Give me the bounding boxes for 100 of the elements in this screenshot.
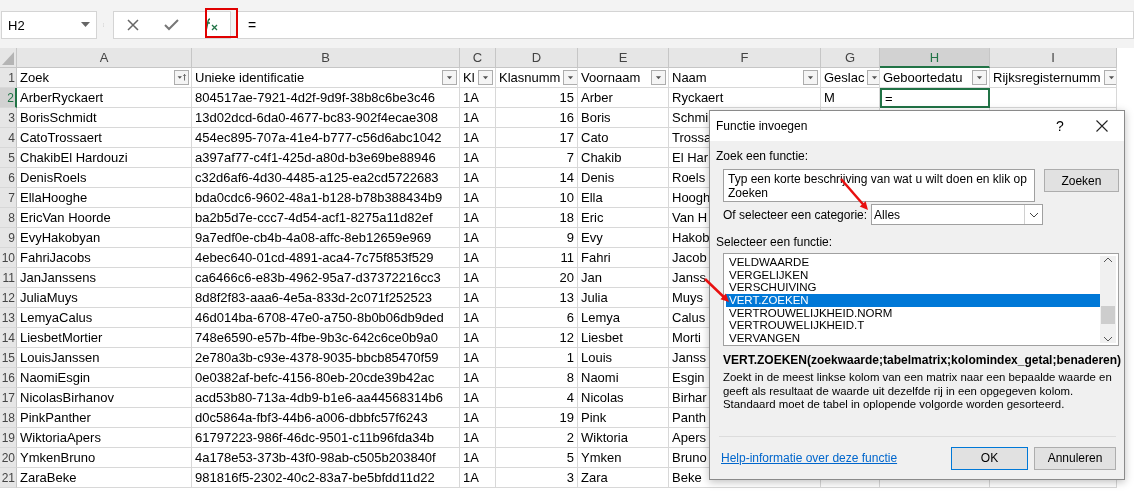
filter-dropdown-icon[interactable] xyxy=(651,70,666,85)
table-cell: M xyxy=(821,88,880,108)
table-cell: YmkenBruno xyxy=(17,448,192,468)
header-cell-text: Rijksregisternumm xyxy=(992,70,1102,85)
row-number[interactable]: 4 xyxy=(0,128,17,148)
sort-filter-icon[interactable] xyxy=(174,70,189,85)
ok-button[interactable]: OK xyxy=(951,446,1028,470)
table-cell: ArberRyckaert xyxy=(17,88,192,108)
column-header[interactable]: C xyxy=(460,48,496,68)
row-number[interactable]: 18 xyxy=(0,408,17,428)
table-cell: Lemya xyxy=(578,308,669,328)
search-button[interactable]: Zoeken xyxy=(1043,169,1119,192)
row-number[interactable]: 19 xyxy=(0,428,17,448)
category-dropdown[interactable]: Alles xyxy=(871,204,1044,225)
table-cell: Wiktoria xyxy=(578,428,669,448)
table-cell: 1A xyxy=(460,428,496,448)
chevron-down-icon[interactable] xyxy=(1028,211,1039,218)
table-cell: d0c5864a-fbf3-44b6-a006-dbbfc57f6243 xyxy=(192,408,460,428)
row-number[interactable]: 10 xyxy=(0,248,17,268)
name-box[interactable]: H2 xyxy=(1,11,97,39)
table-cell: 11 xyxy=(496,248,578,268)
row-number[interactable]: 7 xyxy=(0,188,17,208)
help-button[interactable]: ? xyxy=(1040,118,1080,134)
column-header[interactable]: E xyxy=(578,48,669,68)
table-cell: 1A xyxy=(460,368,496,388)
row-number[interactable]: 3 xyxy=(0,108,17,128)
table-cell: c32d6af6-4d30-4485-a125-ea2cd5722683 xyxy=(192,168,460,188)
table-cell: 14 xyxy=(496,168,578,188)
table-cell: 1A xyxy=(460,148,496,168)
filter-dropdown-icon[interactable] xyxy=(867,70,879,85)
column-header[interactable]: I xyxy=(990,48,1117,68)
column-header[interactable]: B xyxy=(192,48,460,68)
row-number[interactable]: 17 xyxy=(0,388,17,408)
table-cell: 2e780a3b-c93e-4378-9035-bbcb85470f59 xyxy=(192,348,460,368)
filter-dropdown-icon[interactable] xyxy=(1103,70,1116,85)
row-number[interactable]: 14 xyxy=(0,328,17,348)
table-cell: 46d014ba-6708-47e0-a750-8b0b06db9ded xyxy=(192,308,460,328)
table-cell: 18 xyxy=(496,208,578,228)
row-number[interactable]: 12 xyxy=(0,288,17,308)
search-field[interactable]: Typ een korte beschrijving van wat u wilt doen en klik op Zoeken xyxy=(723,169,1035,202)
column-header[interactable]: A xyxy=(17,48,192,68)
column-header[interactable]: G xyxy=(821,48,880,68)
scrollbar[interactable] xyxy=(1100,256,1116,343)
table-cell: Ymken xyxy=(578,448,669,468)
row-number[interactable]: 1 xyxy=(0,68,17,88)
chevron-up-icon[interactable] xyxy=(1103,256,1113,263)
filter-dropdown-icon[interactable] xyxy=(478,70,493,85)
table-cell: ca6466c6-e83b-4962-95a7-d37372216cc3 xyxy=(192,268,460,288)
table-cell: Naomi xyxy=(578,368,669,388)
header-cell-text: Zoek xyxy=(19,70,50,85)
scrollbar-thumb[interactable] xyxy=(1101,305,1115,324)
table-cell: 1A xyxy=(460,268,496,288)
row-number[interactable]: 8 xyxy=(0,208,17,228)
header-cell-text: Kl xyxy=(462,70,476,85)
table-cell: 1A xyxy=(460,308,496,328)
highlight-frame xyxy=(205,8,238,38)
filter-dropdown-icon[interactable] xyxy=(803,70,818,85)
row-number[interactable]: 5 xyxy=(0,148,17,168)
formula-field[interactable]: = xyxy=(237,11,1134,39)
header-cell-text: Unieke identificatie xyxy=(194,70,306,85)
table-cell: FahriJacobs xyxy=(17,248,192,268)
table-cell: 3 xyxy=(496,468,578,488)
header-cell-text: Geboortedatu xyxy=(882,70,964,85)
table-cell: 8d8f2f83-aaa6-4e5a-833d-2c071f252523 xyxy=(192,288,460,308)
table-cell: EvyHakobyan xyxy=(17,228,192,248)
row-number[interactable]: 16 xyxy=(0,368,17,388)
table-cell: 1A xyxy=(460,328,496,348)
list-item[interactable]: VERT.ZOEKEN xyxy=(726,294,1100,307)
table-cell: ZaraBeke xyxy=(17,468,192,488)
row-number[interactable]: 11 xyxy=(0,268,17,288)
table-cell: 1A xyxy=(460,88,496,108)
row-number[interactable]: 9 xyxy=(0,228,17,248)
cancel-button[interactable]: Annuleren xyxy=(1034,446,1116,470)
table-cell: 981816f5-2302-40c2-83a7-be5bfdd11d22 xyxy=(192,468,460,488)
table-cell: 4a178e53-373b-43f0-98ab-c505b203840f xyxy=(192,448,460,468)
row-number[interactable]: 13 xyxy=(0,308,17,328)
column-header[interactable]: F xyxy=(669,48,821,68)
table-cell: Eric xyxy=(578,208,669,228)
table-cell: Ella xyxy=(578,188,669,208)
active-cell[interactable]: = xyxy=(880,88,990,108)
column-header[interactable]: H xyxy=(880,48,990,68)
annotation-arrow xyxy=(704,278,729,302)
table-cell: 1A xyxy=(460,228,496,248)
row-number[interactable]: 21 xyxy=(0,468,17,488)
row-number[interactable]: 2 xyxy=(0,88,17,108)
filter-dropdown-icon[interactable] xyxy=(563,70,577,85)
table-cell: 4ebec640-01cd-4891-aca4-7c75f853f529 xyxy=(192,248,460,268)
table-cell: 10 xyxy=(496,188,578,208)
table-cell: ba2b5d7e-ccc7-4d54-acf1-8275a11d82ef xyxy=(192,208,460,228)
chevron-down-icon[interactable] xyxy=(1103,336,1113,343)
filter-dropdown-icon[interactable] xyxy=(972,70,987,85)
table-cell: 9 xyxy=(496,228,578,248)
row-number[interactable]: 20 xyxy=(0,448,17,468)
row-number[interactable]: 6 xyxy=(0,168,17,188)
filter-dropdown-icon[interactable] xyxy=(442,70,457,85)
table-cell: 454ec895-707a-41e4-b777-c56d6abc1042 xyxy=(192,128,460,148)
table-cell: Jan xyxy=(578,268,669,288)
row-number[interactable]: 15 xyxy=(0,348,17,368)
column-header[interactable]: D xyxy=(496,48,578,68)
table-cell: 804517ae-7921-4d2f-9d9f-38b8c6be3c46 xyxy=(192,88,460,108)
